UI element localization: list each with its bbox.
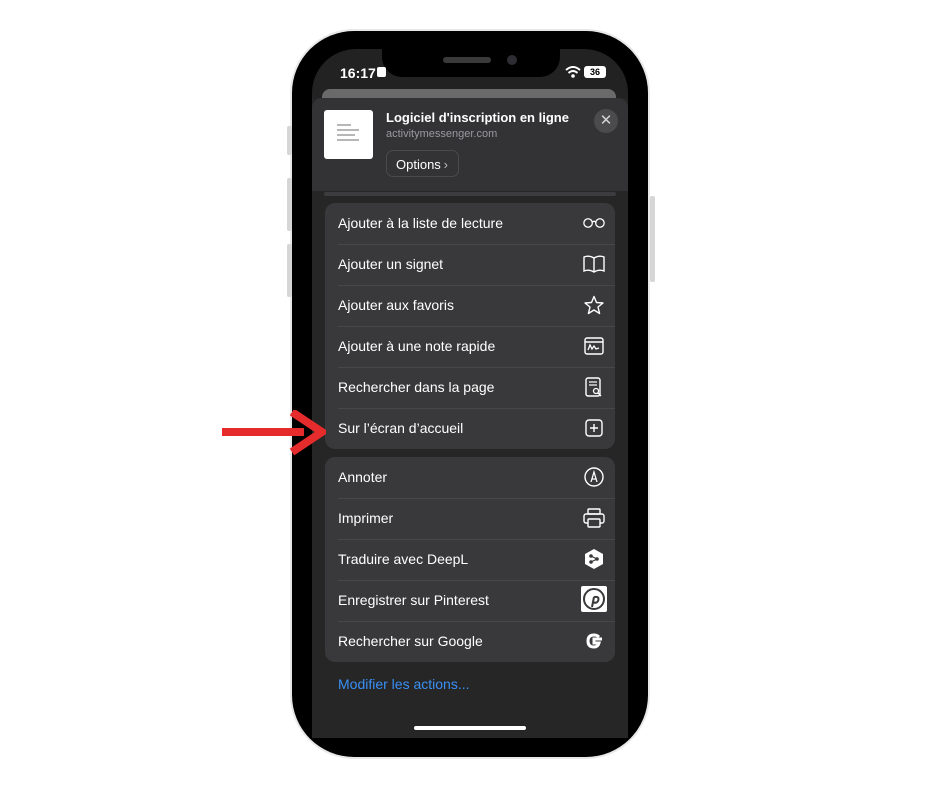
earpiece-speaker <box>443 57 491 63</box>
actions-group-extensions: Annoter Imprimer Traduire avec DeepL Enr… <box>325 457 615 662</box>
action-find-in-page[interactable]: Rechercher dans la page <box>325 367 615 408</box>
action-markup[interactable]: Annoter <box>325 457 615 498</box>
page-title: Logiciel d'inscription en ligne <box>386 110 569 125</box>
action-save-pinterest[interactable]: Enregistrer sur Pinterest <box>325 580 615 621</box>
action-button <box>287 126 292 155</box>
close-icon: ✕ <box>599 112 613 129</box>
chevron-right-icon: › <box>443 157 448 172</box>
action-label: Ajouter un signet <box>338 256 444 272</box>
page-url: activitymessenger.com <box>386 128 498 140</box>
google-icon <box>583 630 605 652</box>
glasses-icon <box>583 212 605 234</box>
action-label: Ajouter aux favoris <box>338 297 454 313</box>
home-indicator[interactable] <box>414 726 526 730</box>
action-translate-deepl[interactable]: Traduire avec DeepL <box>325 539 615 580</box>
action-label: Rechercher dans la page <box>338 379 495 395</box>
wifi-icon <box>565 66 581 78</box>
action-search-google[interactable]: Rechercher sur Google <box>325 621 615 662</box>
action-label: Annoter <box>338 469 388 485</box>
action-add-reading-list[interactable]: Ajouter à la liste de lecture <box>325 203 615 244</box>
action-label: Ajouter à la liste de lecture <box>338 215 503 231</box>
quick-note-icon <box>583 335 605 357</box>
action-add-quick-note[interactable]: Ajouter à une note rapide <box>325 326 615 367</box>
action-add-home-screen[interactable]: Sur l’écran d’accueil <box>325 408 615 449</box>
battery-indicator: 36 <box>584 66 606 78</box>
orientation-lock-icon <box>377 67 386 77</box>
close-button[interactable]: ✕ <box>594 109 618 133</box>
page-thumbnail <box>324 110 373 159</box>
deepl-icon <box>583 548 605 570</box>
action-label: Enregistrer sur Pinterest <box>338 592 489 608</box>
modify-actions-link[interactable]: Modifier les actions... <box>338 676 470 692</box>
actions-group-primary: Ajouter à la liste de lecture Ajouter un… <box>325 203 615 449</box>
options-label: Options <box>396 157 441 172</box>
action-label: Imprimer <box>338 510 394 526</box>
action-add-favorites[interactable]: Ajouter aux favoris <box>325 285 615 326</box>
action-print[interactable]: Imprimer <box>325 498 615 539</box>
add-square-icon <box>583 417 605 439</box>
action-label: Ajouter à une note rapide <box>338 338 496 354</box>
action-label: Sur l’écran d’accueil <box>338 420 464 436</box>
power-button <box>650 196 655 282</box>
volume-up-button <box>287 178 292 231</box>
markup-pen-icon <box>583 466 605 488</box>
find-in-page-icon <box>583 376 605 398</box>
action-label: Rechercher sur Google <box>338 633 483 649</box>
printer-icon <box>583 507 605 529</box>
action-add-bookmark[interactable]: Ajouter un signet <box>325 244 615 285</box>
header-divider <box>324 192 616 196</box>
status-time: 16:17 <box>340 65 376 81</box>
front-camera <box>507 55 517 65</box>
options-button[interactable]: Options › <box>386 150 459 177</box>
red-arrow-pointer <box>222 410 326 456</box>
action-label: Traduire avec DeepL <box>338 551 469 567</box>
volume-down-button <box>287 244 292 297</box>
star-icon <box>583 294 605 316</box>
book-icon <box>583 253 605 275</box>
pinterest-icon <box>581 586 607 612</box>
